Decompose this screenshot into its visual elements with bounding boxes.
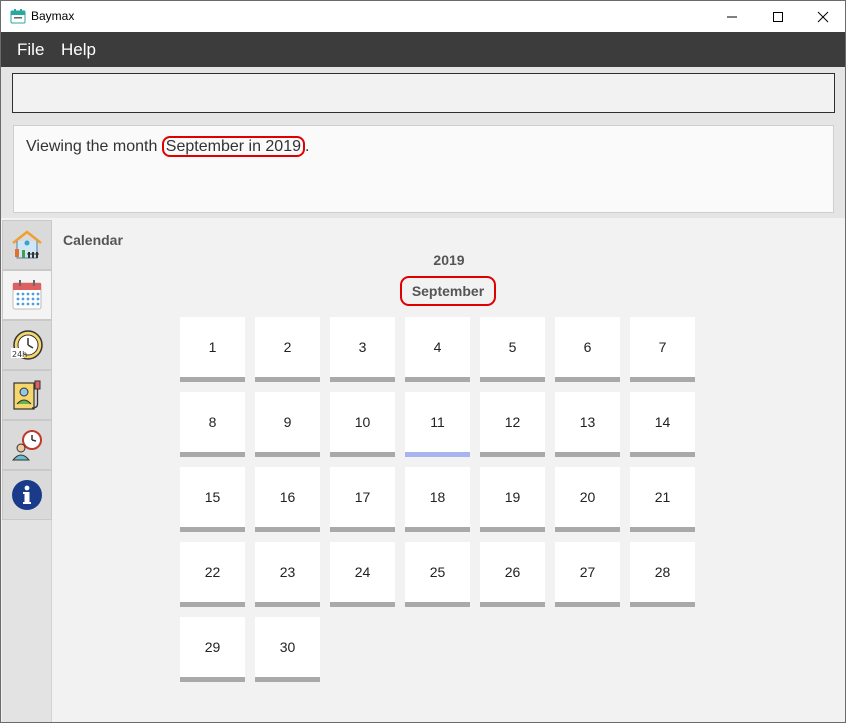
tab-home[interactable] bbox=[2, 220, 52, 270]
result-highlight: September in 2019 bbox=[161, 136, 305, 157]
side-tab-bar: 24h bbox=[2, 220, 52, 722]
doctor-clock-icon bbox=[11, 430, 42, 461]
tab-appointments[interactable] bbox=[2, 420, 52, 470]
tab-calendar[interactable] bbox=[2, 270, 52, 320]
close-button[interactable] bbox=[800, 1, 846, 32]
command-input[interactable] bbox=[12, 73, 835, 113]
day-cell-18[interactable]: 18 bbox=[405, 467, 470, 532]
calendar-grid: 1 2 3 4 5 6 7 8 9 10 11 12 13 14 15 16 17 18 19 20 21 22 23 24 2… bbox=[180, 317, 700, 687]
day-cell-25[interactable]: 25 bbox=[405, 542, 470, 607]
info-icon bbox=[12, 480, 42, 510]
day-cell-14[interactable]: 14 bbox=[630, 392, 695, 457]
day-cell-27[interactable]: 27 bbox=[555, 542, 620, 607]
day-cell-8[interactable]: 8 bbox=[180, 392, 245, 457]
day-cell-24[interactable]: 24 bbox=[330, 542, 395, 607]
day-cell-13[interactable]: 13 bbox=[555, 392, 620, 457]
day-cell-17[interactable]: 17 bbox=[330, 467, 395, 532]
app-logo-icon bbox=[10, 8, 26, 24]
day-cell-19[interactable]: 19 bbox=[480, 467, 545, 532]
calendar-year: 2019 bbox=[433, 252, 465, 268]
day-cell-11[interactable]: 11 bbox=[405, 392, 470, 457]
day-cell-29[interactable]: 29 bbox=[180, 617, 245, 682]
calendar-icon bbox=[12, 280, 42, 310]
result-prefix: Viewing the month bbox=[26, 138, 162, 155]
day-cell-22[interactable]: 22 bbox=[180, 542, 245, 607]
maximize-button[interactable] bbox=[755, 1, 801, 32]
24-hour-clock-icon: 24h bbox=[11, 330, 43, 360]
day-cell-16[interactable]: 16 bbox=[255, 467, 320, 532]
menu-help[interactable]: Help bbox=[61, 40, 96, 60]
calendar-month: September bbox=[400, 276, 496, 306]
svg-text:24h: 24h bbox=[12, 350, 27, 359]
day-cell-21[interactable]: 21 bbox=[630, 467, 695, 532]
day-cell-20[interactable]: 20 bbox=[555, 467, 620, 532]
day-cell-6[interactable]: 6 bbox=[555, 317, 620, 382]
result-box: Viewing the month September in 2019. bbox=[13, 125, 834, 213]
window-title: Baymax bbox=[31, 9, 75, 23]
result-message: Viewing the month September in 2019. bbox=[26, 136, 310, 157]
day-cell-12[interactable]: 12 bbox=[480, 392, 545, 457]
day-cell-7[interactable]: 7 bbox=[630, 317, 695, 382]
day-cell-1[interactable]: 1 bbox=[180, 317, 245, 382]
day-cell-30[interactable]: 30 bbox=[255, 617, 320, 682]
patient-record-icon bbox=[13, 380, 41, 410]
minimize-button[interactable] bbox=[709, 1, 755, 32]
day-cell-2[interactable]: 2 bbox=[255, 317, 320, 382]
close-icon bbox=[817, 11, 829, 22]
maximize-icon bbox=[773, 11, 783, 22]
app-window: Baymax File Help Viewing the month Septe… bbox=[0, 0, 846, 723]
day-cell-28[interactable]: 28 bbox=[630, 542, 695, 607]
tab-info[interactable] bbox=[2, 470, 52, 520]
menu-file[interactable]: File bbox=[17, 40, 44, 60]
result-suffix: . bbox=[305, 138, 310, 155]
day-cell-4[interactable]: 4 bbox=[405, 317, 470, 382]
title-bar: Baymax bbox=[1, 1, 845, 32]
day-cell-23[interactable]: 23 bbox=[255, 542, 320, 607]
day-cell-5[interactable]: 5 bbox=[480, 317, 545, 382]
day-cell-9[interactable]: 9 bbox=[255, 392, 320, 457]
home-icon bbox=[12, 230, 42, 259]
panel-title: Calendar bbox=[63, 232, 123, 248]
minimize-icon bbox=[727, 16, 737, 17]
result-display: Viewing the month September in 2019. bbox=[1, 121, 845, 218]
calendar-panel: Calendar 2019 September 1 2 3 4 5 6 7 8 9 10 11 12 1… bbox=[53, 220, 845, 722]
menu-bar: File Help bbox=[1, 32, 845, 67]
day-cell-15[interactable]: 15 bbox=[180, 467, 245, 532]
day-cell-3[interactable]: 3 bbox=[330, 317, 395, 382]
tab-schedule[interactable]: 24h bbox=[2, 320, 52, 370]
day-cell-26[interactable]: 26 bbox=[480, 542, 545, 607]
day-cell-10[interactable]: 10 bbox=[330, 392, 395, 457]
command-box bbox=[1, 67, 845, 121]
tab-patients[interactable] bbox=[2, 370, 52, 420]
